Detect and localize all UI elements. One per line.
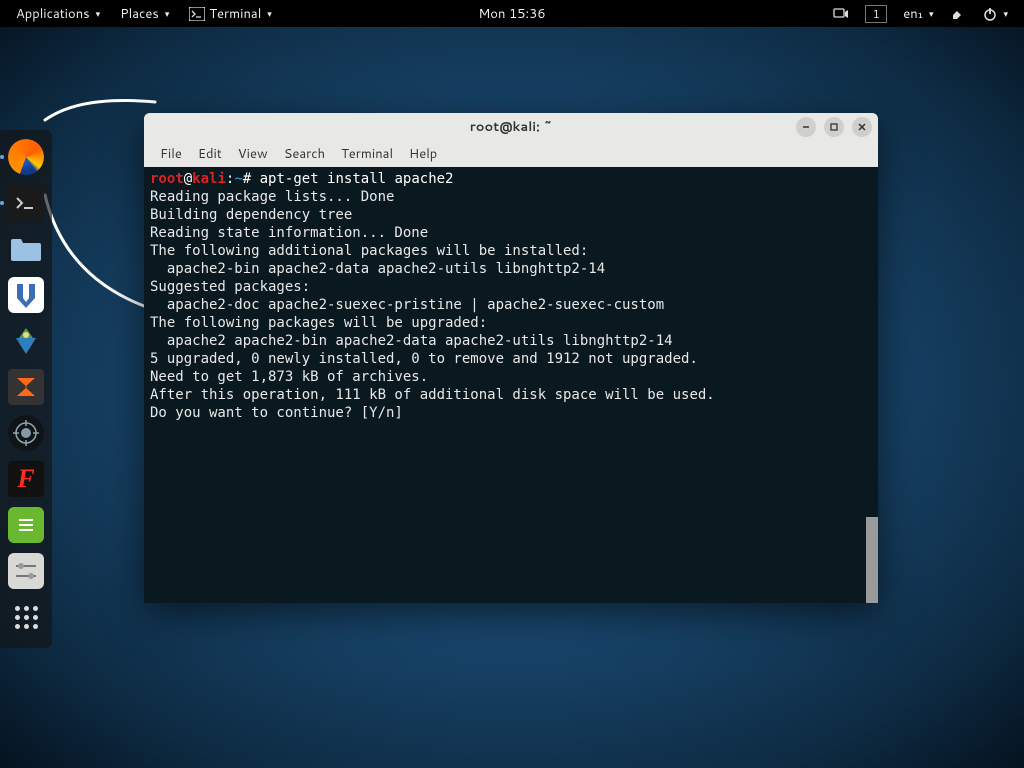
menubar: File Edit View Search Terminal Help (144, 141, 878, 167)
color-picker-icon[interactable] (943, 3, 973, 25)
terminal-line: Building dependency tree (150, 207, 352, 223)
prompt-path: ~ (234, 171, 242, 187)
dock: F (0, 130, 52, 648)
terminal-window: root@kali: ~ File Edit View Search Termi… (144, 113, 878, 603)
terminal-app-label: Terminal (209, 5, 261, 23)
dock-show-apps[interactable] (5, 596, 47, 638)
window-title: root@kali: ~ (470, 118, 552, 136)
chevron-down-icon: ▾ (929, 7, 934, 20)
dock-maltego[interactable] (5, 412, 47, 454)
terminal-icon (8, 185, 44, 221)
chevron-down-icon: ▾ (96, 7, 101, 20)
burp-icon (8, 369, 44, 405)
terminal-line: apache2-doc apache2-suexec-pristine | ap… (150, 297, 664, 313)
menu-terminal[interactable]: Terminal (333, 142, 401, 166)
menu-help[interactable]: Help (401, 142, 445, 166)
power-menu[interactable]: ▾ (975, 3, 1016, 25)
terminal-line: Reading package lists... Done (150, 189, 394, 205)
clock-label: Mon 15:36 (478, 5, 545, 23)
dock-burp[interactable] (5, 366, 47, 408)
prompt-at: @ (184, 171, 192, 187)
dock-firefox[interactable] (5, 136, 47, 178)
show-apps-icon (8, 599, 44, 635)
dock-files[interactable] (5, 228, 47, 270)
dock-tweaks[interactable] (5, 550, 47, 592)
menu-search[interactable]: Search (276, 142, 333, 166)
top-panel: Applications ▾ Places ▾ Terminal ▾ Mon 15:3… (0, 0, 1024, 27)
leafpad-icon (8, 507, 44, 543)
dock-terminal[interactable] (5, 182, 47, 224)
terminal-line: apache2-bin apache2-data apache2-utils l… (150, 261, 605, 277)
faraday-icon: F (8, 461, 44, 497)
dock-metasploit[interactable] (5, 274, 47, 316)
close-button[interactable] (852, 117, 872, 137)
terminal-line: Need to get 1,873 kB of archives. (150, 369, 428, 385)
files-icon (8, 231, 44, 267)
prompt-hash: # (243, 171, 251, 187)
decorative-swoosh (40, 90, 160, 130)
clock[interactable]: Mon 15:36 (470, 1, 553, 27)
maximize-button[interactable] (824, 117, 844, 137)
metasploit-icon (8, 277, 44, 313)
applications-menu[interactable]: Applications ▾ (8, 1, 108, 27)
dock-leafpad[interactable] (5, 504, 47, 546)
places-menu[interactable]: Places ▾ (112, 1, 177, 27)
titlebar[interactable]: root@kali: ~ (144, 113, 878, 141)
terminal-line: After this operation, 111 kB of addition… (150, 387, 715, 403)
terminal-icon (189, 6, 205, 22)
menu-file[interactable]: File (152, 142, 190, 166)
terminal-line: Do you want to continue? [Y/n] (150, 405, 411, 421)
workspace-number: 1 (873, 6, 880, 22)
decorative-swoosh (40, 190, 160, 320)
tweaks-icon (8, 553, 44, 589)
chevron-down-icon: ▾ (267, 7, 272, 20)
terminal-line: The following additional packages will b… (150, 243, 588, 259)
keyboard-layout-label: en₁ (903, 5, 923, 23)
chevron-down-icon: ▾ (165, 7, 170, 20)
minimize-button[interactable] (796, 117, 816, 137)
terminal-line: Reading state information... Done (150, 225, 428, 241)
menu-edit[interactable]: Edit (190, 142, 230, 166)
terminal-line: 5 upgraded, 0 newly installed, 0 to remo… (150, 351, 698, 367)
dock-faraday[interactable]: F (5, 458, 47, 500)
firefox-icon (8, 139, 44, 175)
terminal-line: Suggested packages: (150, 279, 310, 295)
applications-label: Applications (16, 5, 90, 23)
terminal-command: apt-get install apache2 (251, 171, 453, 187)
armitage-icon (8, 323, 44, 359)
chevron-down-icon: ▾ (1003, 7, 1008, 20)
terminal-line: apache2 apache2-bin apache2-data apache2… (150, 333, 673, 349)
terminal-appmenu[interactable]: Terminal ▾ (181, 1, 279, 27)
terminal-line: The following packages will be upgraded: (150, 315, 487, 331)
places-label: Places (120, 5, 159, 23)
menu-view[interactable]: View (230, 142, 276, 166)
workspace-indicator[interactable]: 1 (865, 5, 887, 23)
prompt-host: kali (192, 171, 226, 187)
keyboard-layout[interactable]: en₁ ▾ (895, 1, 941, 27)
maltego-icon (8, 415, 44, 451)
dock-armitage[interactable] (5, 320, 47, 362)
prompt-user: root (150, 171, 184, 187)
terminal-output[interactable]: root@kali:~# apt-get install apache2 Rea… (144, 167, 878, 603)
screencast-icon[interactable] (825, 3, 857, 25)
